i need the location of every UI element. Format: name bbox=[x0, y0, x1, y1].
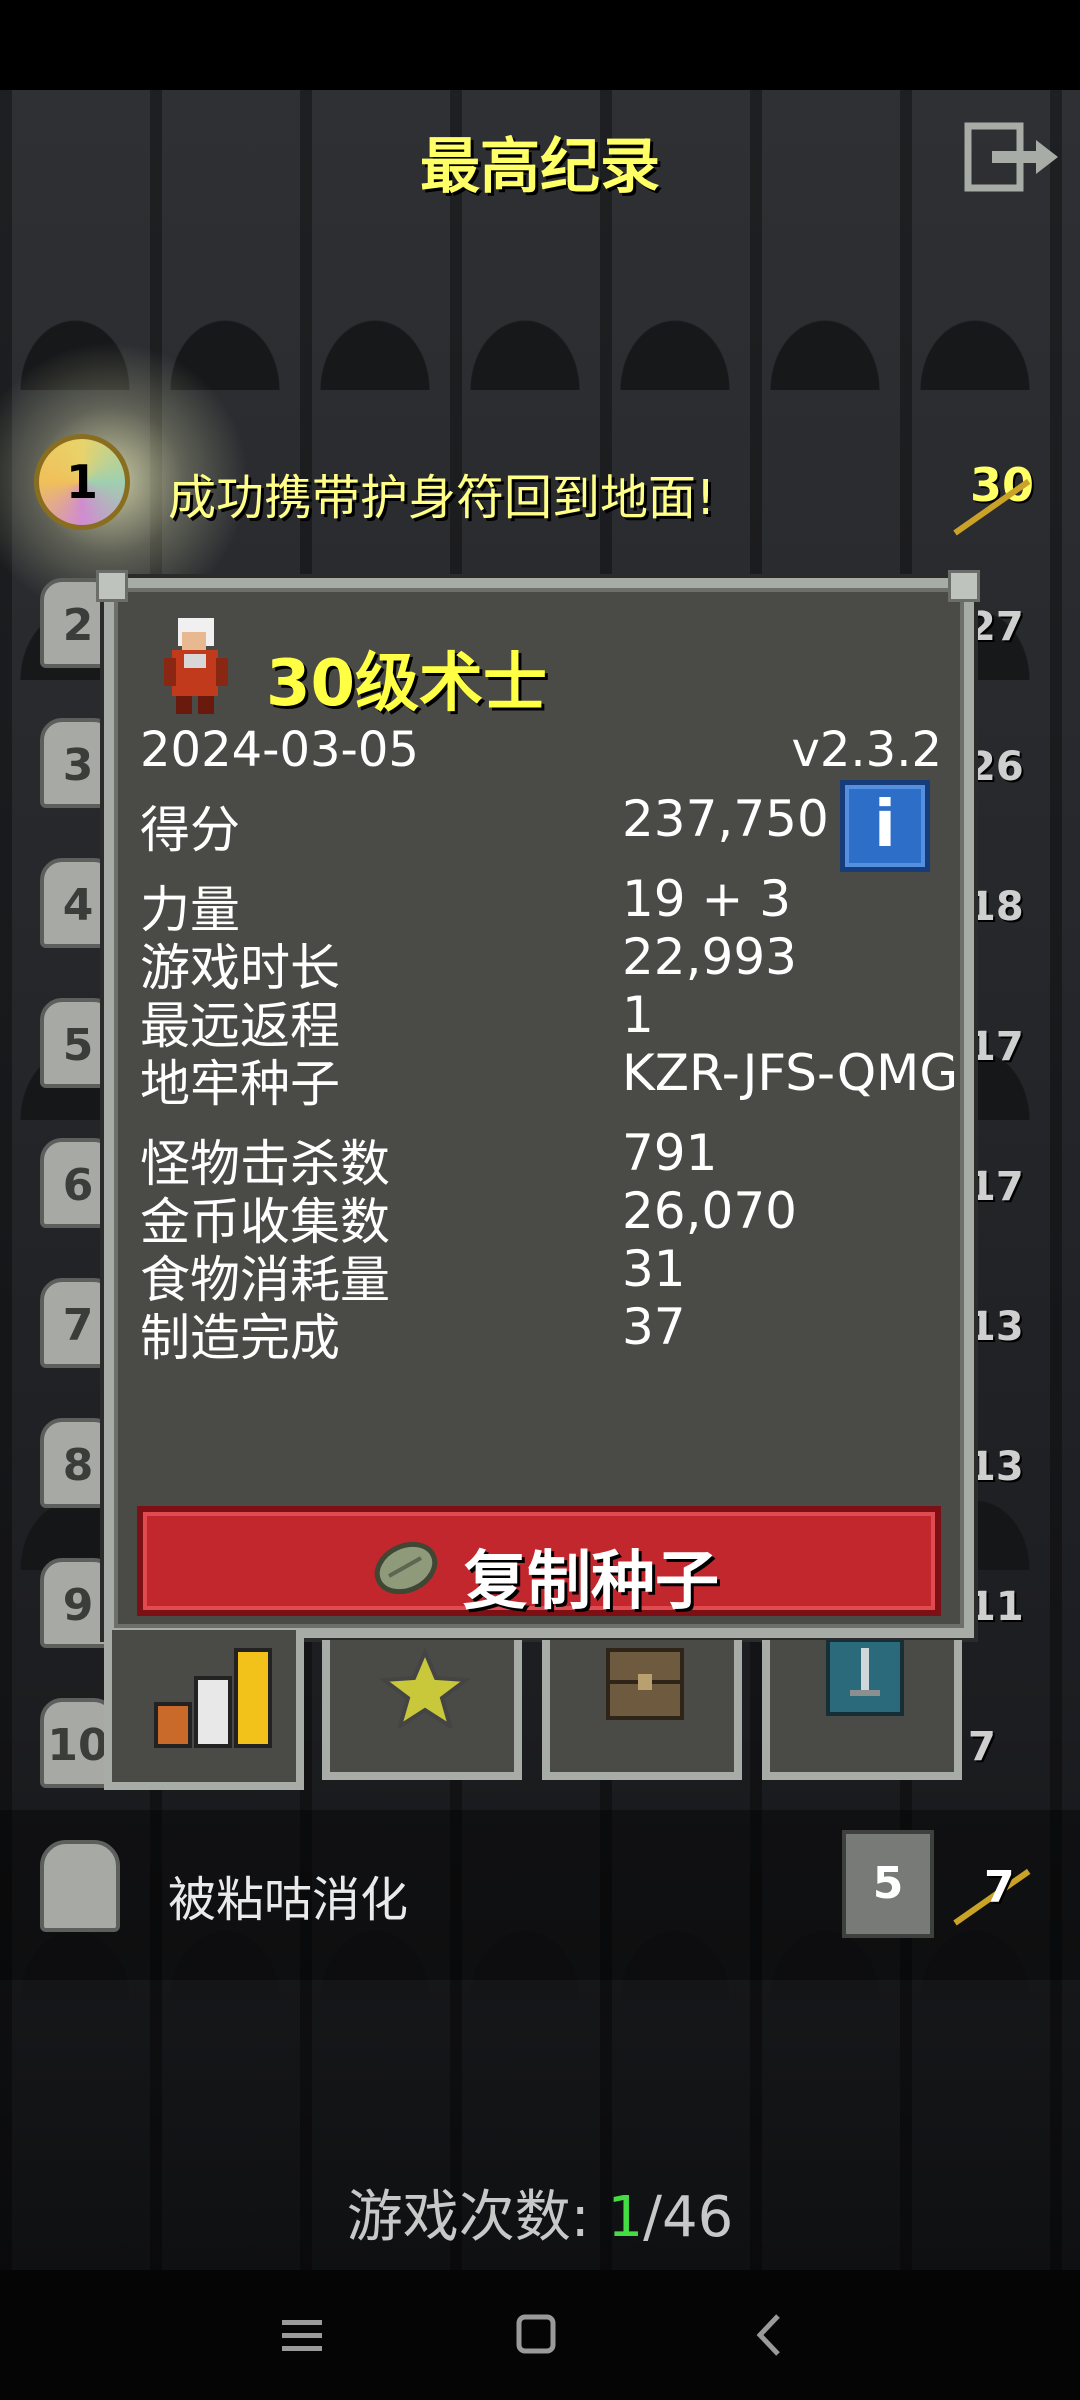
stat-label: 制造完成 bbox=[140, 1309, 340, 1367]
game-version: v2.3.2 bbox=[791, 722, 942, 778]
record-level: 13 bbox=[968, 1444, 1024, 1490]
hero-title: 30级术士 bbox=[266, 647, 548, 721]
tab-badges[interactable] bbox=[322, 1640, 522, 1780]
record-level: 17 bbox=[968, 1164, 1024, 1210]
info-icon: i bbox=[874, 788, 896, 862]
chest-icon bbox=[606, 1648, 684, 1720]
tab-stats[interactable] bbox=[104, 1630, 304, 1790]
back-chevron-icon bbox=[756, 2314, 780, 2356]
record-level: 11 bbox=[968, 1584, 1024, 1630]
stat-value: 1 bbox=[622, 986, 654, 1044]
warlock-portrait-icon bbox=[154, 614, 236, 718]
record-level: 7 bbox=[968, 1724, 996, 1770]
games-total: /46 bbox=[643, 2185, 734, 2250]
record-date: 2024-03-05 bbox=[140, 722, 419, 778]
info-button[interactable]: i bbox=[840, 780, 930, 872]
page-title: 最高纪录 bbox=[420, 132, 660, 202]
stat-value: 26,070 bbox=[622, 1182, 797, 1240]
stat-value: 37 bbox=[622, 1298, 686, 1356]
tab-equipment[interactable] bbox=[762, 1640, 962, 1780]
copy-seed-label: 复制种子 bbox=[463, 1545, 719, 1619]
exit-button[interactable] bbox=[962, 118, 1062, 198]
record-level: 18 bbox=[968, 884, 1024, 930]
status-bar bbox=[0, 0, 1080, 90]
record-level: 27 bbox=[968, 604, 1024, 650]
score-label: 得分 bbox=[140, 801, 240, 859]
stat-label: 地牢种子 bbox=[140, 1055, 340, 1113]
record-description: 成功携带护身符回到地面! bbox=[168, 470, 716, 526]
stats-icon bbox=[154, 1648, 272, 1748]
menu-nav-button[interactable] bbox=[262, 2300, 342, 2370]
depth-icon: 5 bbox=[842, 1830, 934, 1938]
record-level: 7 bbox=[984, 1862, 1015, 1913]
tombstone-icon bbox=[40, 1840, 120, 1932]
dialog-corner bbox=[948, 570, 980, 602]
stat-value: 791 bbox=[622, 1124, 718, 1182]
death-cause: 被粘咕消化 bbox=[168, 1872, 409, 1928]
home-nav-button[interactable] bbox=[496, 2300, 576, 2370]
rank-badge: 1 bbox=[34, 434, 130, 530]
score-value: 237,750 bbox=[622, 790, 829, 848]
exit-icon bbox=[964, 122, 1058, 192]
tab-inventory[interactable] bbox=[542, 1640, 742, 1780]
games-played-counter: 游戏次数: 1/46 bbox=[0, 2172, 1080, 2253]
menu-icon bbox=[282, 2320, 322, 2351]
star-icon bbox=[380, 1648, 470, 1728]
dungeon-seed-value[interactable]: KZR-JFS-QMG bbox=[622, 1044, 958, 1102]
games-current: 1 bbox=[607, 2185, 644, 2250]
seed-icon bbox=[374, 1541, 438, 1595]
copy-seed-button[interactable]: 复制种子 bbox=[137, 1506, 941, 1619]
home-square-icon bbox=[516, 2314, 556, 2354]
dialog-corner bbox=[96, 570, 128, 602]
back-nav-button[interactable] bbox=[730, 2300, 810, 2370]
record-level: 13 bbox=[968, 1304, 1024, 1350]
stat-value: 22,993 bbox=[622, 928, 797, 986]
sword-shield-icon bbox=[826, 1640, 904, 1716]
stat-value: 31 bbox=[622, 1240, 686, 1298]
games-played-label: 游戏次数: bbox=[346, 2185, 608, 2250]
record-level: 17 bbox=[968, 1024, 1024, 1070]
stat-value: 19 + 3 bbox=[622, 870, 792, 928]
record-level: 26 bbox=[968, 744, 1024, 790]
